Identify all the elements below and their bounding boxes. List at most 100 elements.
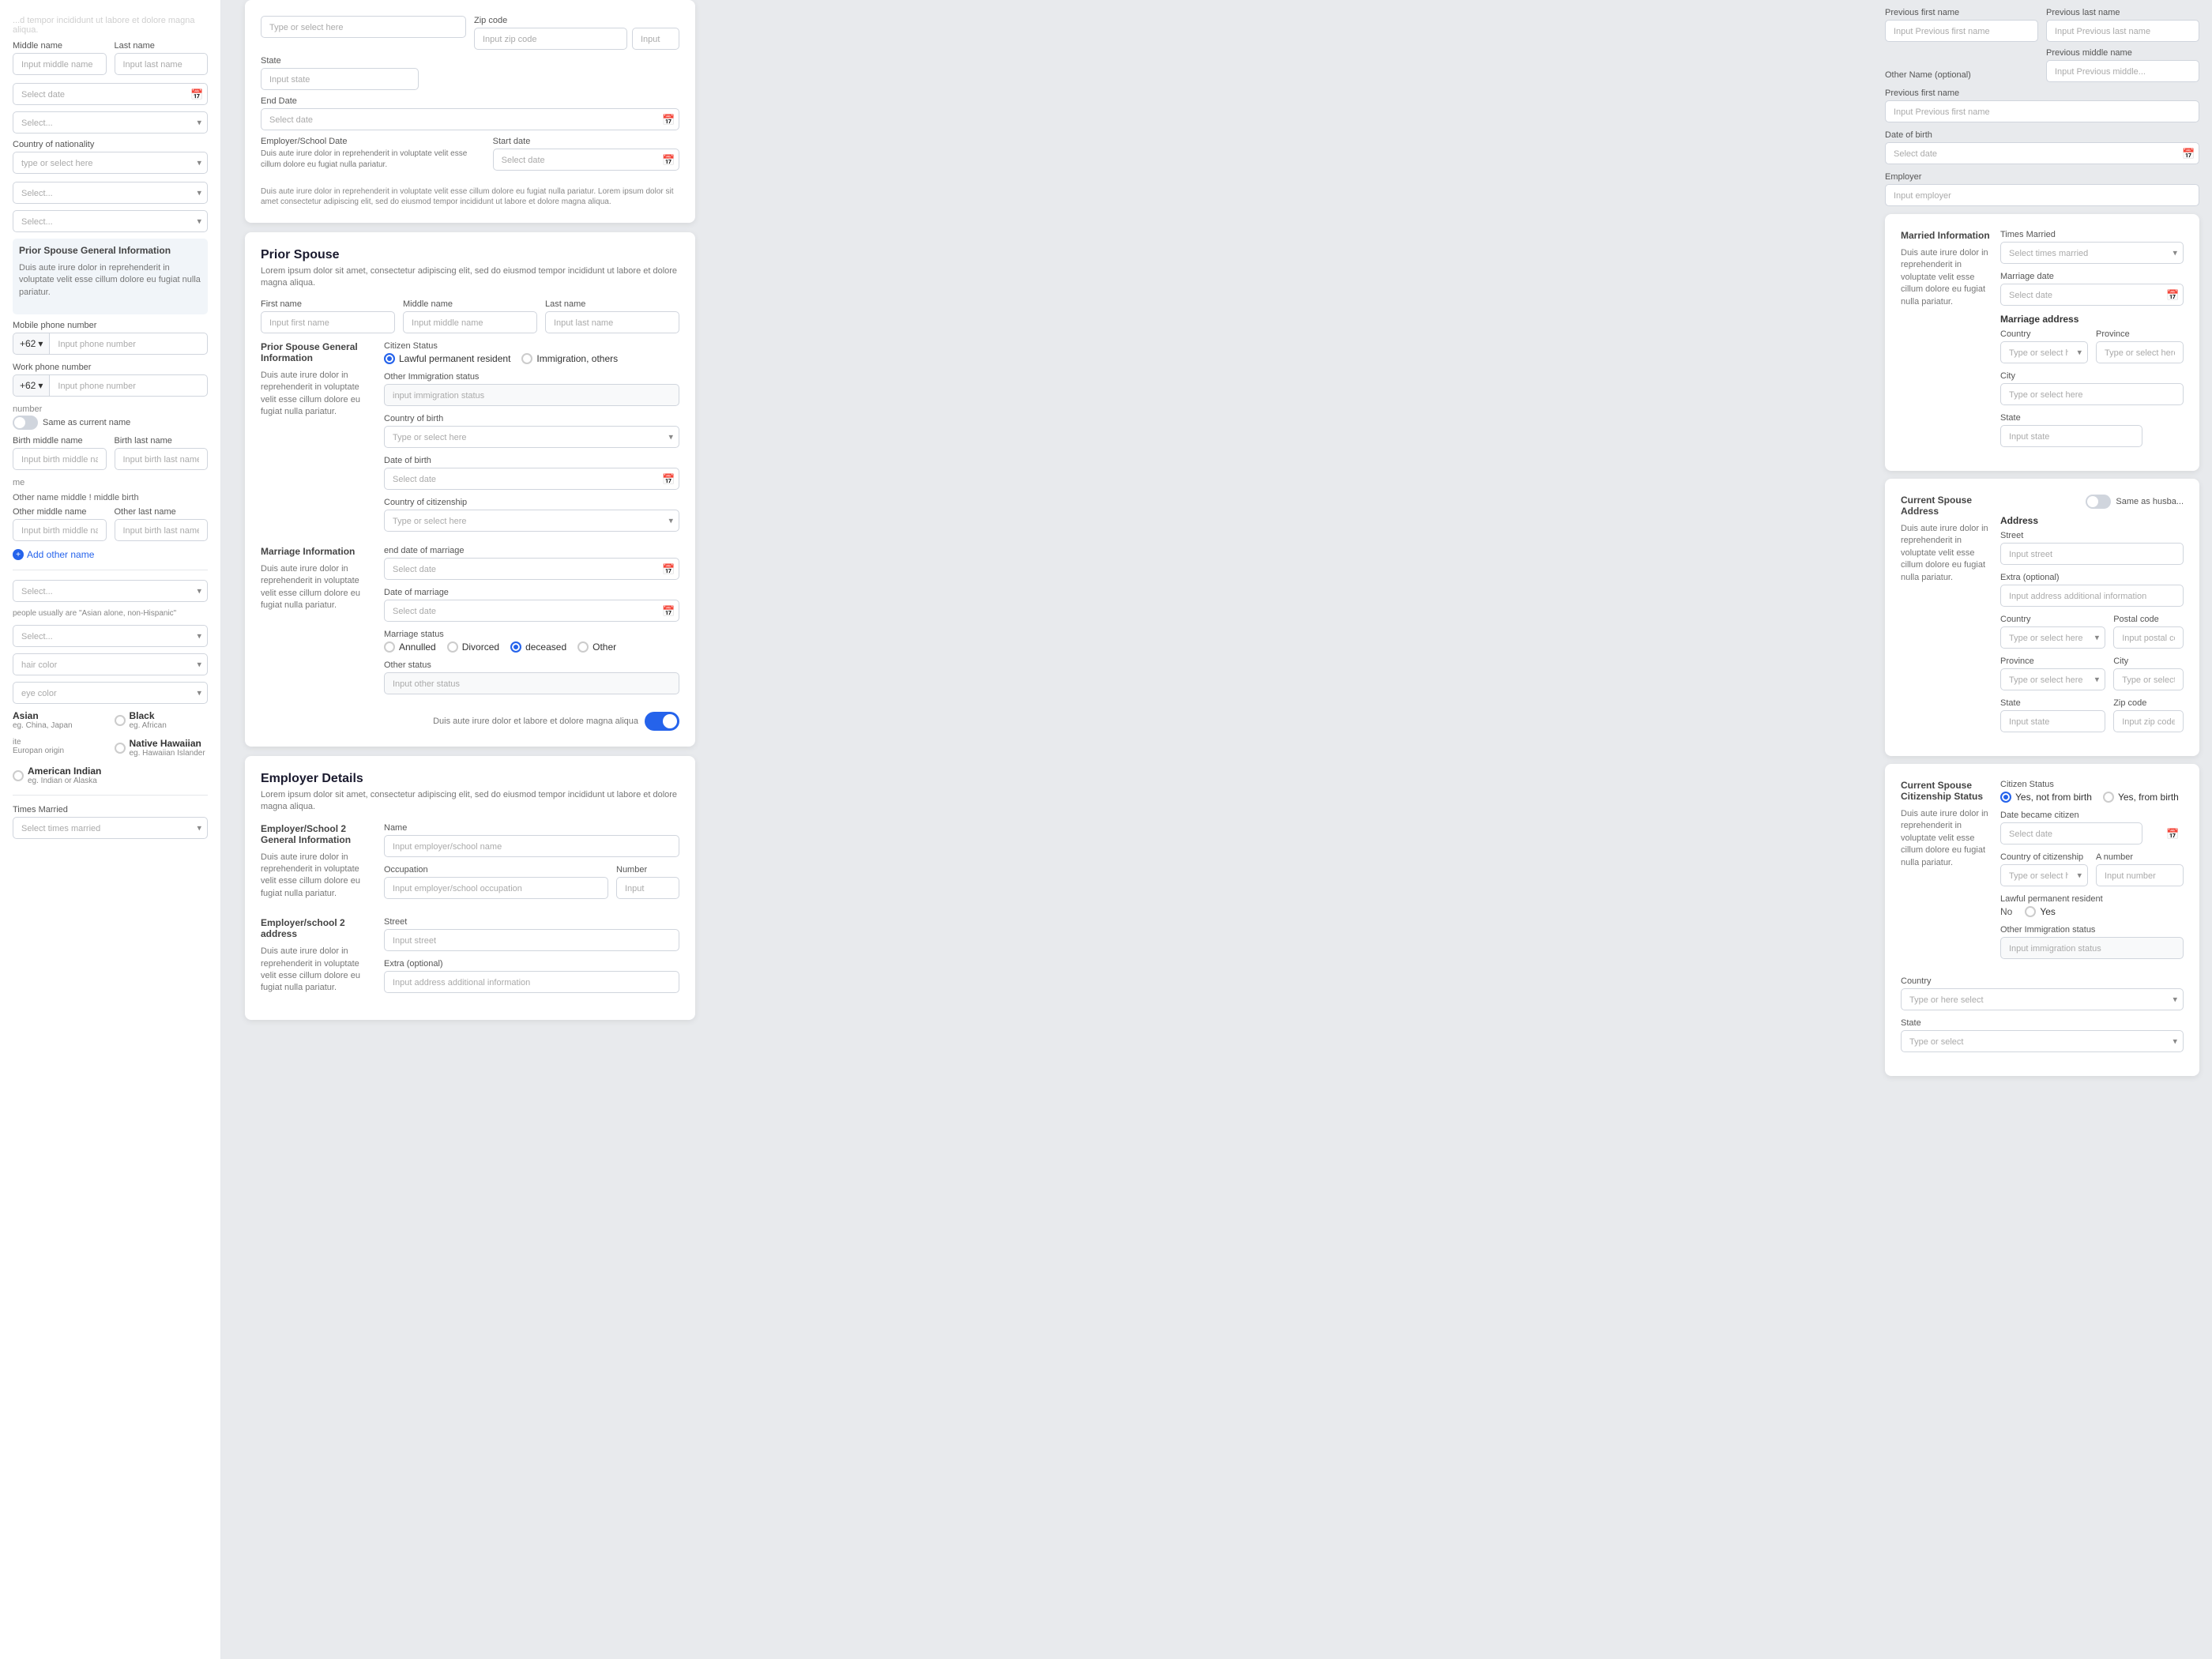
same-husband-toggle[interactable] [2086, 495, 2111, 509]
state-input[interactable] [2000, 425, 2142, 447]
a-number-input[interactable] [2096, 864, 2184, 886]
right-employer-input[interactable] [1885, 184, 2199, 206]
left-select-c[interactable] [13, 580, 208, 602]
employer-school-desc: Duis aute irure dolor in reprehenderit i… [261, 149, 485, 171]
other-immigration-input[interactable] [384, 384, 679, 406]
type-select-input[interactable] [261, 16, 466, 38]
cs-extra-label: Extra (optional) [2000, 573, 2184, 582]
marriage-date-field: 📅 [2000, 284, 2184, 306]
ps-dob-input[interactable] [384, 468, 679, 490]
left-date-input[interactable] [13, 83, 208, 105]
emp-street-input[interactable] [384, 929, 679, 951]
end-marriage-row: Marriage Information Duis aute irure dol… [261, 546, 679, 702]
prev-first-2-input[interactable] [1885, 100, 2199, 122]
left-general-info-block: Prior Spouse General Information Duis au… [13, 239, 208, 314]
other-immigration-right-input[interactable] [2000, 937, 2184, 959]
right-state-bottom-input[interactable] [1901, 1030, 2184, 1052]
cs-zip-input[interactable] [2113, 710, 2184, 732]
birth-last-input[interactable] [115, 448, 209, 470]
prev-middle-input[interactable] [2046, 60, 2199, 82]
immigration-others-radio[interactable]: Immigration, others [521, 353, 618, 364]
cs-country-input[interactable] [2000, 626, 2105, 649]
prev-last-input[interactable] [2046, 20, 2199, 42]
left-general-label: Prior Spouse General Information [19, 245, 201, 256]
cs-street-input[interactable] [2000, 543, 2184, 565]
cs-state-group: State [2000, 698, 2105, 732]
lawful-perm-group: Lawful permanent resident No Yes [2000, 894, 2184, 917]
last-name-input[interactable] [115, 53, 209, 75]
ps-middle-input[interactable] [403, 311, 537, 333]
main-toggle[interactable] [645, 712, 679, 731]
date-citizen-input[interactable] [2000, 822, 2142, 845]
zip-extra-input[interactable] [632, 28, 679, 50]
end-date-marriage-input[interactable] [384, 558, 679, 580]
cs-extra-input[interactable] [2000, 585, 2184, 607]
occupation-input[interactable] [384, 877, 608, 899]
ps-last-input[interactable] [545, 311, 679, 333]
other-status-input[interactable] [384, 672, 679, 694]
other-last-input[interactable] [115, 519, 209, 541]
zip-code-input[interactable] [474, 28, 627, 50]
ps-right-fields: Citizen Status Lawful permanent resident… [384, 341, 679, 540]
add-other-name-link[interactable]: + Add other name [13, 549, 208, 560]
right-country-bottom-input[interactable] [1901, 988, 2184, 1010]
deceased-radio[interactable]: deceased [510, 641, 566, 653]
type-select-group [261, 16, 466, 50]
a-number-group: A number [2096, 852, 2184, 886]
right-dob-input[interactable] [1885, 142, 2199, 164]
start-date-label: Start date [493, 137, 679, 146]
middle-name-input[interactable] [13, 53, 107, 75]
marriage-country-input[interactable] [2000, 341, 2088, 363]
birth-middle-input[interactable] [13, 448, 107, 470]
ps-citizenship-input[interactable] [384, 510, 679, 532]
hawaiian-radio[interactable]: Native Hawaiian eg. Hawaiian Islander [115, 738, 209, 758]
ethnicity-asian: Asian eg. China, Japan [13, 710, 107, 730]
right-dob-group: Date of birth 📅 [1885, 130, 2199, 164]
date-marriage-input[interactable] [384, 600, 679, 622]
annulled-radio[interactable]: Annulled [384, 641, 436, 653]
left-select-2[interactable] [13, 182, 208, 204]
other-radio[interactable]: Other [577, 641, 616, 653]
cs-province-input[interactable] [2000, 668, 2105, 690]
left-select-eye[interactable] [13, 682, 208, 704]
yes-not-birth-radio[interactable]: Yes, not from birth [2000, 792, 2092, 803]
emp-extra-input[interactable] [384, 971, 679, 993]
same-current-toggle[interactable] [13, 416, 38, 430]
lawful-yes-radio[interactable]: Yes [2025, 906, 2056, 917]
end-date-input[interactable] [261, 108, 679, 130]
employer-name-input[interactable] [384, 835, 679, 857]
city-input[interactable] [2000, 383, 2184, 405]
divorced-radio[interactable]: Divorced [447, 641, 499, 653]
country-birth-input[interactable] [384, 426, 679, 448]
employer-info-col: Employer/School 2 General Information Du… [261, 823, 371, 910]
province-input[interactable] [2096, 341, 2184, 363]
left-select-hair[interactable] [13, 653, 208, 675]
black-radio[interactable]: Black eg. African [115, 710, 209, 730]
prev-first-input[interactable] [1885, 20, 2038, 42]
cs-state-input[interactable] [2000, 710, 2105, 732]
country-of-citizenship-right-input[interactable] [2000, 864, 2088, 886]
cs-postal-input[interactable] [2113, 626, 2184, 649]
left-dropdown-1 [13, 111, 208, 134]
times-married-right-input[interactable] [2000, 242, 2184, 264]
ps-first-name-group: First name [261, 299, 395, 333]
times-married-input[interactable] [13, 817, 208, 839]
left-select-d[interactable] [13, 625, 208, 647]
marriage-date-input[interactable] [2000, 284, 2184, 306]
prior-spouse-desc: Lorem ipsum dolor sit amet, consectetur … [261, 265, 679, 290]
other-middle-input[interactable] [13, 519, 107, 541]
left-select-3[interactable] [13, 210, 208, 232]
lawful-resident-radio[interactable]: Lawful permanent resident [384, 353, 510, 364]
ps-first-input[interactable] [261, 311, 395, 333]
mobile-phone-input[interactable] [49, 333, 208, 355]
indian-radio[interactable]: American Indian eg. Indian or Alaska [13, 766, 208, 785]
yes-from-birth-radio[interactable]: Yes, from birth [2103, 792, 2179, 803]
start-date-input[interactable] [493, 149, 679, 171]
country-nationality-input[interactable] [13, 152, 208, 174]
work-phone-input[interactable] [49, 374, 208, 397]
state-input-top[interactable] [261, 68, 419, 90]
ethnicity-american-indian: American Indian eg. Indian or Alaska [13, 766, 208, 785]
cs-city-input[interactable] [2113, 668, 2184, 690]
number-input[interactable] [616, 877, 679, 899]
left-select-1[interactable] [13, 111, 208, 134]
